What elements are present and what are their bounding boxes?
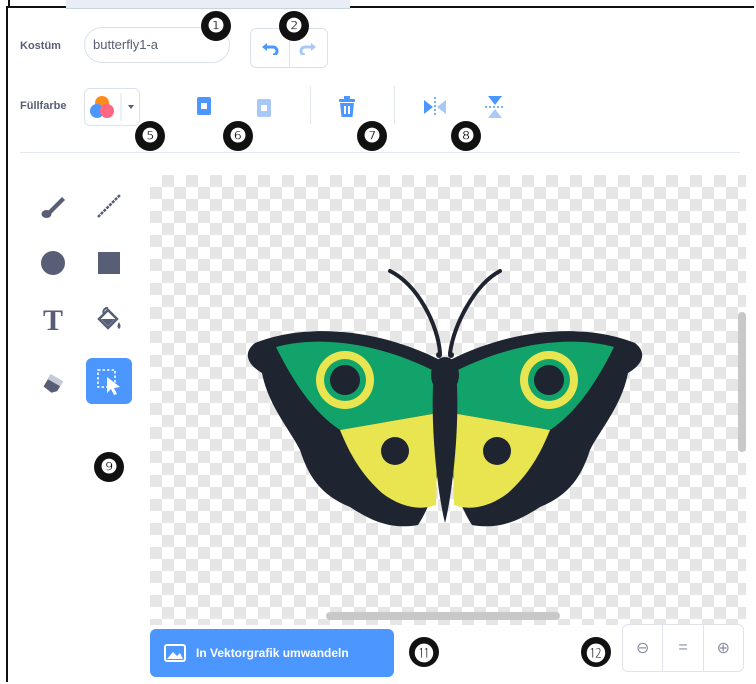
annotation-badge: ⓬ [581,637,611,667]
paste-icon [257,99,271,117]
header-divider [20,152,740,153]
fill-color-label: Füllfarbe [20,100,67,112]
flip-horizontal-icon [424,97,446,117]
text-icon: T [42,304,63,337]
fill-color-picker[interactable] [84,88,140,126]
flip-vertical-button[interactable] [484,94,506,120]
annotation-badge: ❷ [279,11,309,41]
color-swatch-icon [90,93,134,121]
annotation-badge: ❽ [451,121,481,151]
select-tool[interactable] [86,358,132,404]
line-tool[interactable] [86,183,132,229]
annotation-badge: ⓫ [409,637,439,667]
rectangle-icon [98,252,120,274]
image-icon [164,644,186,662]
butterfly-costume [247,269,643,527]
tab-strip-edge [66,0,350,9]
zoom-out-button[interactable]: ⊖ [623,625,662,671]
horizontal-scrollbar[interactable] [326,612,560,620]
flip-horizontal-button[interactable] [422,96,448,118]
rectangle-tool[interactable] [86,240,132,286]
select-icon [97,369,120,395]
redo-icon [299,43,317,55]
delete-button[interactable] [334,94,360,120]
zoom-out-icon: ⊖ [635,640,650,657]
paint-canvas[interactable] [150,175,746,625]
line-icon [97,194,121,218]
eraser-tool[interactable] [30,358,76,404]
copy-button[interactable] [192,94,216,118]
zoom-reset-button[interactable]: = [662,625,702,671]
brush-icon [41,197,65,218]
circle-tool[interactable] [30,240,76,286]
annotation-badge: ❾ [94,452,124,482]
zoom-controls: ⊖ = ⊕ [622,624,744,672]
fill-tool[interactable] [86,298,132,344]
zoom-in-icon: ⊕ [716,640,731,657]
eraser-icon [43,374,63,393]
annotation-badge: ❻ [223,121,253,151]
undo-icon [261,43,279,55]
convert-button-label: In Vektorgrafik umwandeln [196,646,349,660]
toolbar-divider [310,86,311,124]
convert-to-vector-button[interactable]: In Vektorgrafik umwandeln [150,629,394,677]
trash-icon [339,96,355,117]
annotation-badge: ❺ [135,121,165,151]
frame-corner [0,0,10,8]
circle-icon [41,251,65,275]
text-tool[interactable]: T [30,298,76,344]
vertical-scrollbar[interactable] [738,312,746,452]
costume-label: Kostüm [20,40,61,52]
brush-tool[interactable] [30,183,76,229]
annotation-badge: ❼ [357,121,387,151]
copy-icon [197,97,211,115]
paste-button[interactable] [252,96,276,120]
zoom-in-button[interactable]: ⊕ [702,625,743,671]
toolbar-divider [394,86,395,124]
annotation-badge: ❶ [201,11,231,41]
flip-vertical-icon [485,96,505,118]
zoom-reset-icon: = [678,639,688,656]
fill-icon [97,306,121,330]
